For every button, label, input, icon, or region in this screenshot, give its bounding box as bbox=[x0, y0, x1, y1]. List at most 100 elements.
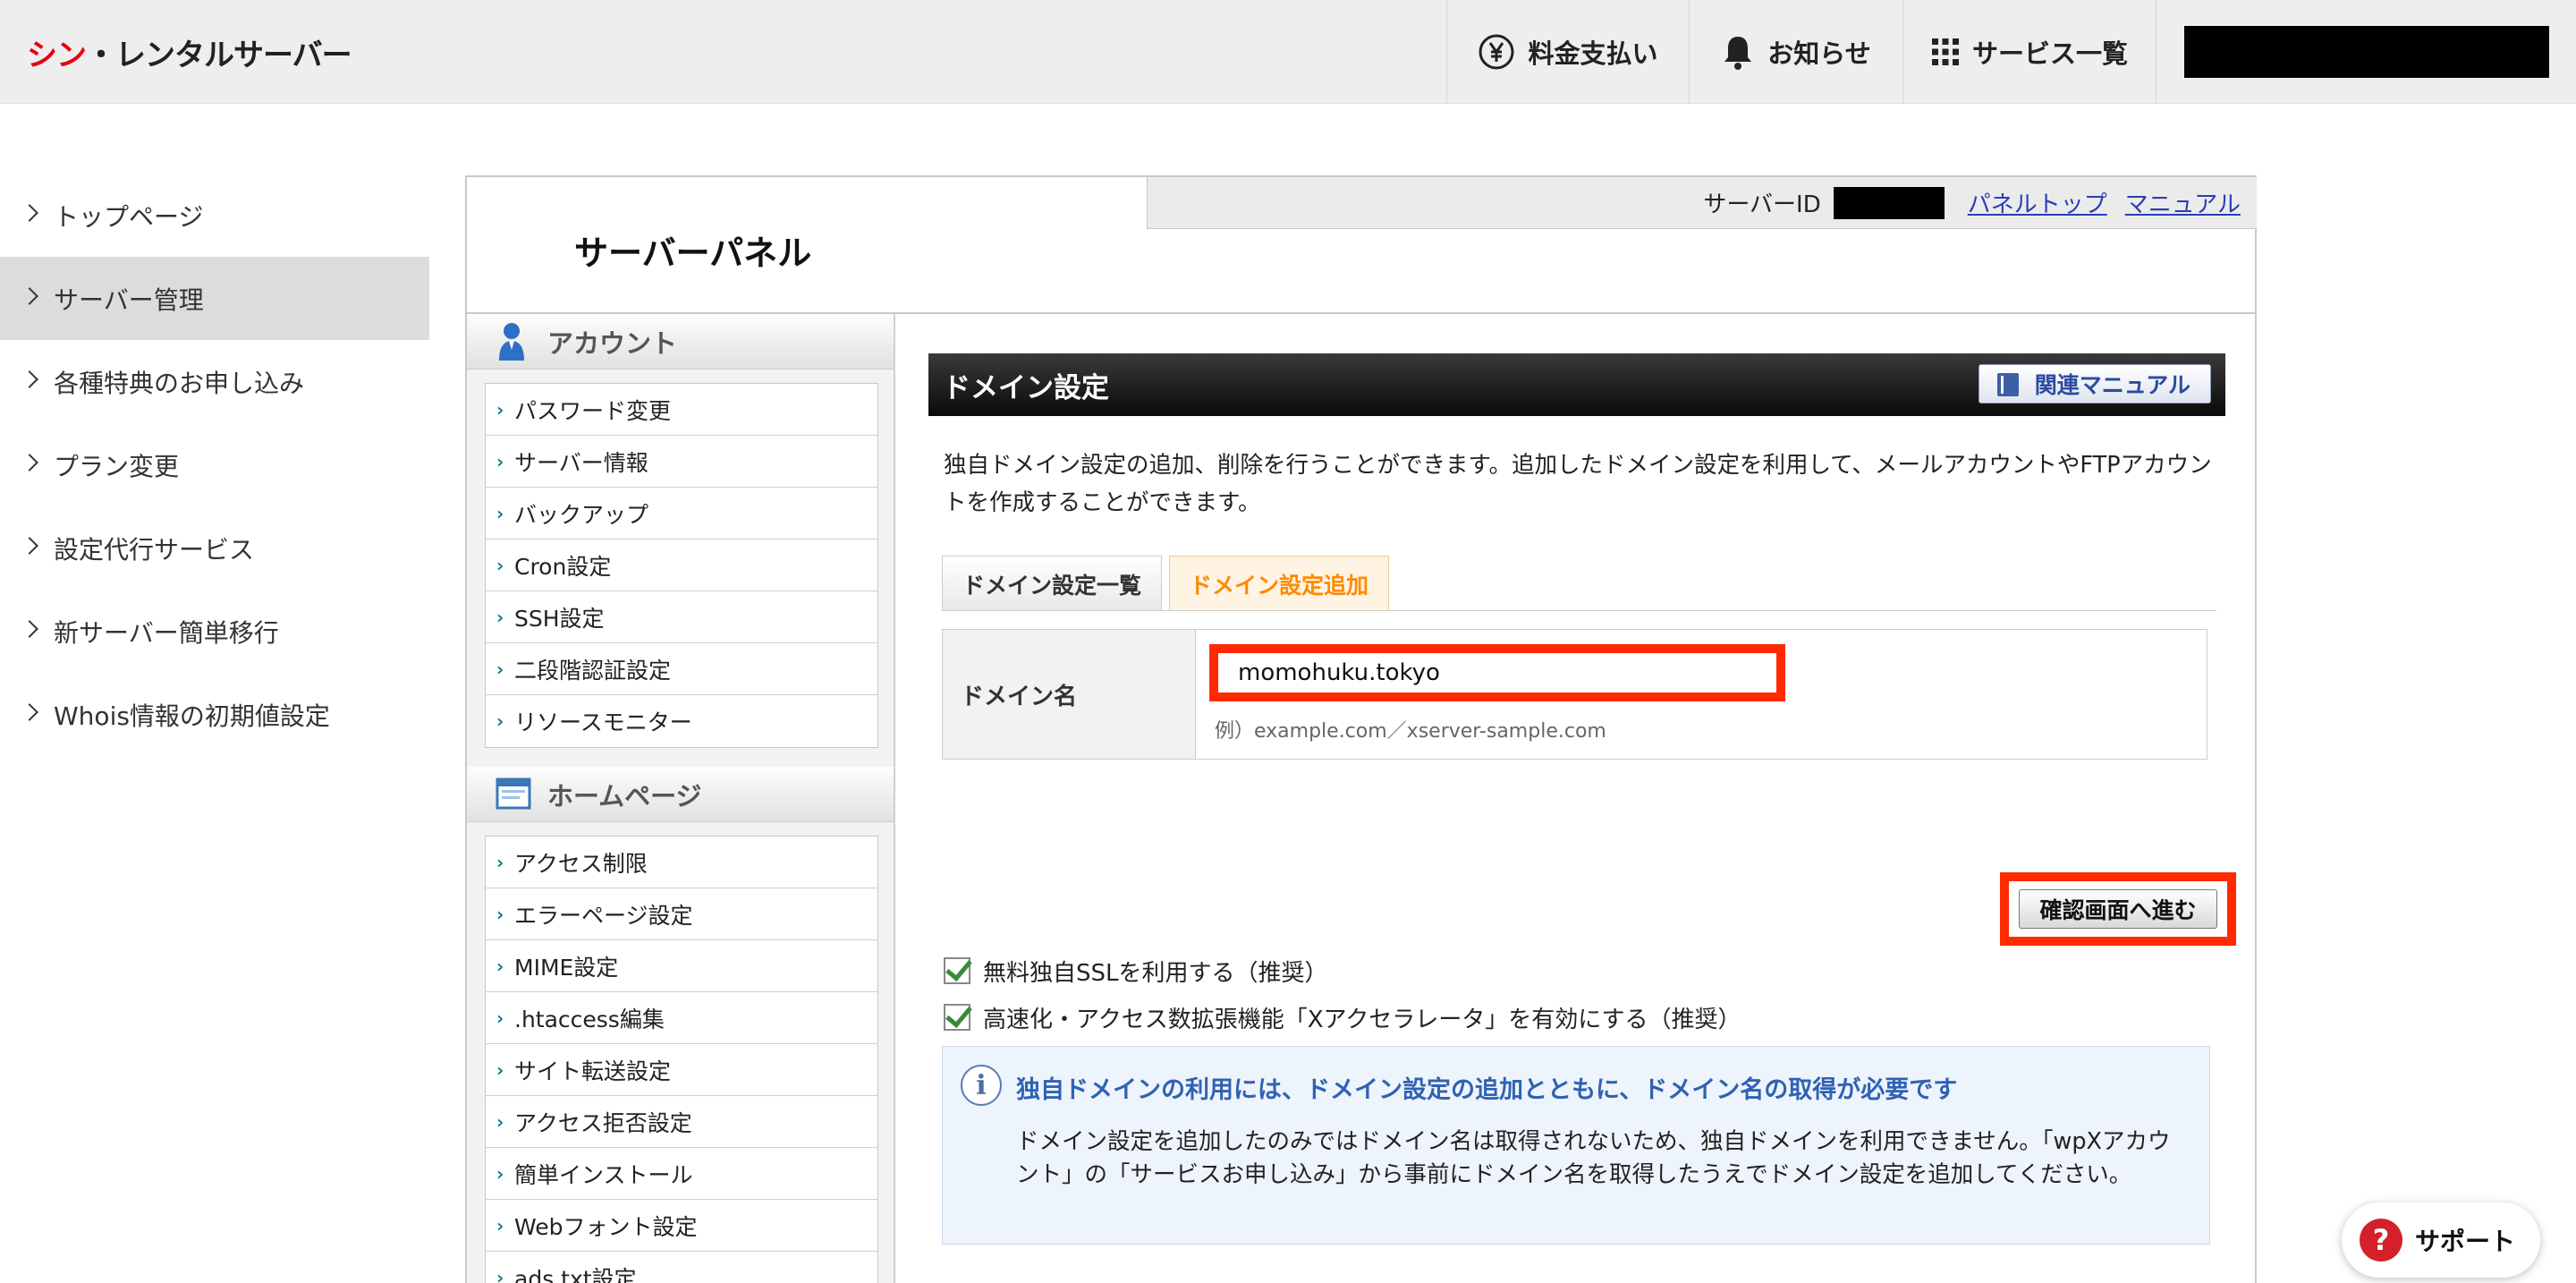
menu-item-ssh[interactable]: › SSH設定 bbox=[486, 591, 877, 643]
info-notice: i 独自ドメインの利用には、ドメイン設定の追加とともに、ドメイン名の取得が必要で… bbox=[942, 1046, 2210, 1245]
menu-item-label: Webフォント設定 bbox=[514, 1213, 698, 1240]
accelerator-checkbox-label: 高速化・アクセス数拡張機能「Xアクセラレータ」を有効にする（推奨） bbox=[983, 1006, 1741, 1033]
page-title: サーバーパネル bbox=[574, 234, 812, 273]
menu-item-label: MIME設定 bbox=[514, 954, 619, 981]
user-menu[interactable] bbox=[2156, 0, 2576, 104]
arrow-icon: › bbox=[496, 658, 504, 680]
notice-button[interactable]: お知らせ bbox=[1689, 0, 1902, 104]
arrow-icon: › bbox=[496, 1110, 504, 1133]
homepage-window-icon bbox=[496, 777, 531, 810]
arrow-icon: › bbox=[496, 955, 504, 977]
sidebar-item-plan-change[interactable]: プラン変更 bbox=[0, 423, 429, 506]
logo-red-part: シン bbox=[27, 38, 87, 73]
menu-item-cron[interactable]: › Cron設定 bbox=[486, 540, 877, 591]
chevron-right-icon bbox=[21, 204, 38, 222]
ssl-option[interactable]: 無料独自SSLを利用する（推奨） bbox=[944, 955, 1328, 987]
menu-item-label: アクセス拒否設定 bbox=[514, 1109, 692, 1136]
menu-item-label: サーバー情報 bbox=[514, 449, 648, 476]
menu-item-password[interactable]: › パスワード変更 bbox=[486, 384, 877, 436]
arrow-icon: › bbox=[496, 1162, 504, 1185]
arrow-icon: › bbox=[496, 502, 504, 524]
section-title: ドメイン設定 bbox=[943, 371, 1109, 404]
redacted-user-name bbox=[2183, 26, 2549, 78]
related-manual-button[interactable]: 関連マニュアル bbox=[1978, 364, 2211, 404]
support-button[interactable]: ? サポート bbox=[2342, 1202, 2540, 1278]
menu-item-error-page[interactable]: › エラーページ設定 bbox=[486, 888, 877, 940]
sidebar-item-label: プラン変更 bbox=[54, 451, 180, 481]
yen-icon bbox=[1479, 34, 1514, 70]
section-header: ドメイン設定 関連マニュアル bbox=[928, 353, 2225, 416]
domain-name-cell: 例）example.com／xserver-sample.com bbox=[1197, 630, 2207, 759]
menu-item-label: アクセス制限 bbox=[514, 850, 648, 877]
menu-item-redirect[interactable]: › サイト転送設定 bbox=[486, 1044, 877, 1096]
billing-button[interactable]: 料金支払い bbox=[1446, 0, 1689, 104]
accelerator-option[interactable]: 高速化・アクセス数拡張機能「Xアクセラレータ」を有効にする（推奨） bbox=[944, 1001, 1741, 1033]
domain-form: ドメイン名 例）example.com／xserver-sample.com bbox=[942, 629, 2207, 760]
menu-item-access-deny[interactable]: › アクセス拒否設定 bbox=[486, 1096, 877, 1148]
book-icon bbox=[1996, 373, 2019, 396]
arrow-icon: › bbox=[496, 851, 504, 873]
chevron-right-icon bbox=[21, 620, 38, 638]
sidebar-item-label: Whois情報の初期値設定 bbox=[54, 701, 330, 731]
billing-label: 料金支払い bbox=[1528, 38, 1658, 69]
arrow-icon: › bbox=[496, 1058, 504, 1081]
confirm-highlight: 確認画面へ進む bbox=[2000, 872, 2236, 946]
arrow-icon: › bbox=[496, 710, 504, 732]
domain-name-input[interactable] bbox=[1209, 644, 1785, 701]
menu-section-account: アカウント bbox=[467, 314, 894, 370]
services-button[interactable]: サービス一覧 bbox=[1902, 0, 2156, 104]
menu-item-mime[interactable]: › MIME設定 bbox=[486, 940, 877, 992]
arrow-icon: › bbox=[496, 1007, 504, 1029]
menu-item-webfont[interactable]: › Webフォント設定 bbox=[486, 1200, 877, 1252]
notice-label: お知らせ bbox=[1767, 38, 1871, 69]
menu-item-2fa[interactable]: › 二段階認証設定 bbox=[486, 643, 877, 695]
sidebar-item-benefits[interactable]: 各種特典のお申し込み bbox=[0, 340, 429, 423]
menu-item-easy-install[interactable]: › 簡単インストール bbox=[486, 1148, 877, 1200]
info-text: ドメイン設定を追加したのみではドメイン名は取得されないため、独自ドメインを利用で… bbox=[1016, 1128, 2171, 1188]
arrow-icon: › bbox=[496, 398, 504, 421]
menu-item-htaccess[interactable]: › .htaccess編集 bbox=[486, 992, 877, 1044]
grid-icon bbox=[1931, 38, 1959, 65]
question-mark-icon: ? bbox=[2360, 1219, 2402, 1262]
sidebar-item-migration[interactable]: 新サーバー簡単移行 bbox=[0, 590, 429, 673]
sidebar-item-label: トップページ bbox=[54, 201, 204, 232]
menu-item-access-restriction[interactable]: › アクセス制限 bbox=[486, 837, 877, 888]
ssl-checkbox[interactable] bbox=[944, 957, 970, 984]
chevron-right-icon bbox=[21, 287, 38, 305]
arrow-icon: › bbox=[496, 1267, 504, 1283]
top-header: シン・レンタルサーバー 料金支払い お知らせ サービス一覧 bbox=[0, 0, 2576, 104]
server-id-label: サーバーID bbox=[1703, 191, 1821, 218]
menu-item-label: バックアップ bbox=[514, 501, 649, 528]
tab-domain-add[interactable]: ドメイン設定追加 bbox=[1169, 556, 1390, 611]
accelerator-checkbox[interactable] bbox=[944, 1004, 970, 1031]
arrow-icon: › bbox=[496, 1214, 504, 1236]
logo[interactable]: シン・レンタルサーバー bbox=[27, 30, 352, 74]
panel-top-link[interactable]: パネルトップ bbox=[1968, 186, 2107, 219]
homepage-menu-list: › アクセス制限 › エラーページ設定 › MIME設定 › .htaccess編集 ›… bbox=[485, 836, 878, 1283]
redacted-server-id bbox=[1833, 186, 1945, 219]
menu-item-ads-txt[interactable]: › ads.txt設定 bbox=[486, 1252, 877, 1283]
tab-domain-list[interactable]: ドメイン設定一覧 bbox=[942, 556, 1163, 611]
sidebar-item-server-management[interactable]: サーバー管理 bbox=[0, 257, 429, 340]
menu-item-server-info[interactable]: › サーバー情報 bbox=[486, 436, 877, 488]
menu-item-backup[interactable]: › バックアップ bbox=[486, 488, 877, 540]
chevron-right-icon bbox=[21, 537, 38, 555]
chevron-right-icon bbox=[21, 454, 38, 472]
sidebar-item-setup-service[interactable]: 設定代行サービス bbox=[0, 506, 429, 590]
section-description: 独自ドメイン設定の追加、削除を行うことができます。追加したドメイン設定を利用して… bbox=[944, 452, 2212, 516]
menu-item-label: .htaccess編集 bbox=[514, 1006, 665, 1032]
menu-item-label: Cron設定 bbox=[514, 553, 612, 580]
services-label: サービス一覧 bbox=[1971, 38, 2128, 69]
logo-text: ・レンタルサーバー bbox=[86, 38, 352, 73]
arrow-icon: › bbox=[496, 606, 504, 628]
manual-link[interactable]: マニュアル bbox=[2125, 186, 2241, 219]
arrow-icon: › bbox=[496, 554, 504, 576]
related-manual-label: 関連マニュアル bbox=[2034, 372, 2190, 398]
sidebar-item-whois[interactable]: Whois情報の初期値設定 bbox=[0, 673, 429, 756]
chevron-right-icon bbox=[21, 703, 38, 721]
arrow-icon: › bbox=[496, 903, 504, 925]
confirm-button[interactable]: 確認画面へ進む bbox=[2019, 889, 2217, 929]
info-icon: i bbox=[961, 1065, 1002, 1106]
menu-item-resource-monitor[interactable]: › リソースモニター bbox=[486, 695, 877, 747]
sidebar-item-top[interactable]: トップページ bbox=[0, 174, 429, 257]
